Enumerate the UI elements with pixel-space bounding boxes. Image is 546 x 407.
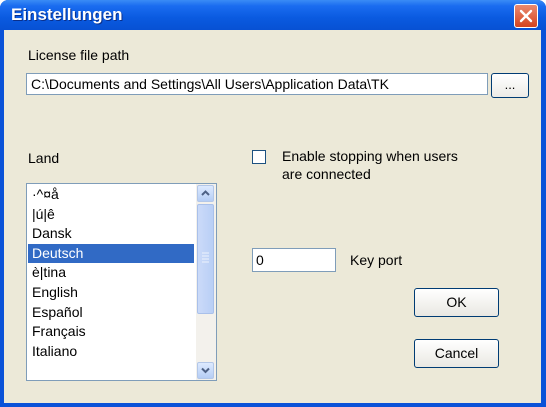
language-list: ·^¤å |ú|ê Dansk Deutsch è|tina English Español… xyxy=(28,185,194,361)
scroll-down-button[interactable] xyxy=(197,362,214,379)
dialog-window: Einstellungen License file path C:\Docum… xyxy=(0,0,546,407)
language-list-item[interactable]: è|tina xyxy=(28,263,194,283)
language-list-item[interactable]: |ú|ê xyxy=(28,205,194,225)
cancel-button[interactable]: Cancel xyxy=(414,339,499,368)
enable-stopping-checkbox[interactable] xyxy=(252,150,266,164)
language-list-item[interactable]: Dansk xyxy=(28,224,194,244)
close-icon xyxy=(519,9,533,23)
enable-stopping-label-line2: are connected xyxy=(282,166,371,182)
chevron-down-icon xyxy=(201,367,210,374)
key-port-label: Key port xyxy=(350,252,403,268)
language-list-item[interactable]: English xyxy=(28,283,194,303)
language-list-item[interactable]: Español xyxy=(28,303,194,323)
key-port-field[interactable]: 0 xyxy=(252,248,336,272)
language-list-item[interactable]: Italiano xyxy=(28,342,194,362)
license-path-label: License file path xyxy=(28,47,130,63)
listbox-scrollbar[interactable] xyxy=(196,184,216,380)
grip-icon xyxy=(202,252,209,263)
scroll-up-button[interactable] xyxy=(197,185,214,202)
enable-stopping-label-line1: Enable stopping when users xyxy=(282,148,458,164)
land-label: Land xyxy=(28,150,60,166)
license-path-field[interactable]: C:\Documents and Settings\All Users\Appl… xyxy=(26,73,488,95)
browse-button[interactable]: ... xyxy=(491,73,529,98)
window-title: Einstellungen xyxy=(11,5,123,24)
language-list-item[interactable]: ·^¤å xyxy=(28,185,194,205)
ok-button[interactable]: OK xyxy=(414,288,499,317)
language-list-item[interactable]: Français xyxy=(28,322,194,342)
language-listbox[interactable]: ·^¤å |ú|ê Dansk Deutsch è|tina English Español… xyxy=(26,183,217,381)
title-bar[interactable]: Einstellungen xyxy=(0,0,546,30)
close-button[interactable] xyxy=(514,4,538,28)
language-list-item[interactable]: Deutsch xyxy=(28,243,194,264)
scrollbar-thumb[interactable] xyxy=(197,204,214,314)
chevron-up-icon xyxy=(201,190,210,196)
